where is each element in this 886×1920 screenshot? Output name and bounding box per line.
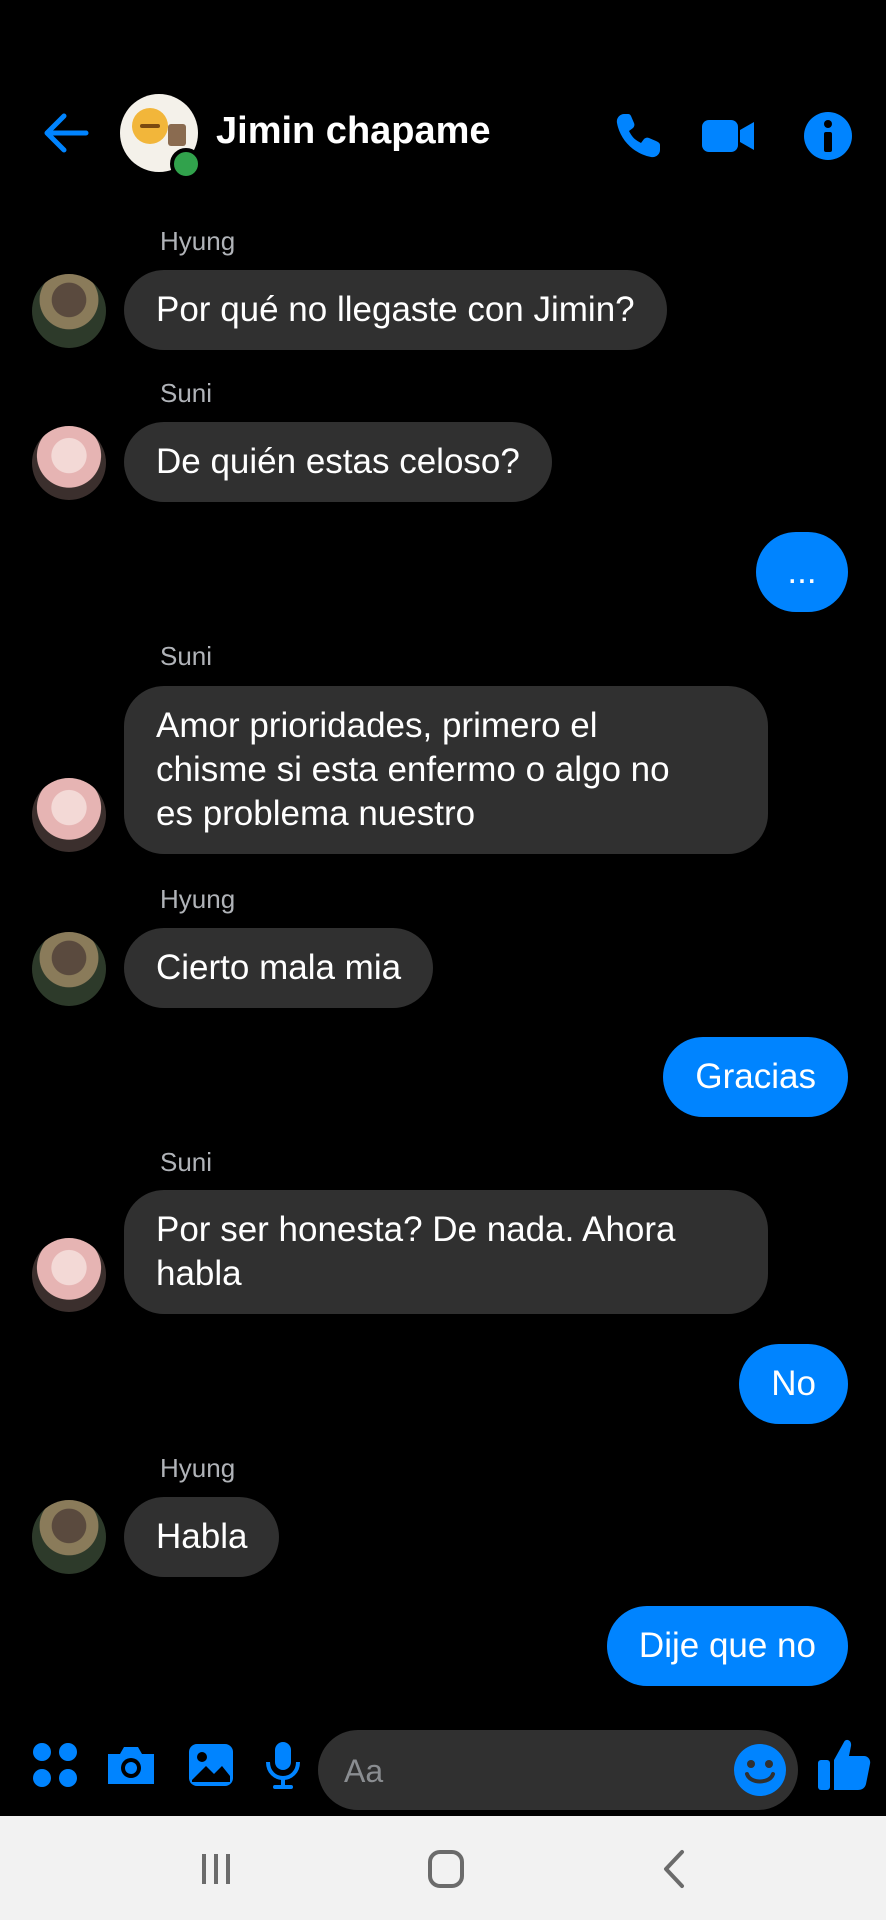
avatar-suni[interactable] bbox=[32, 1238, 106, 1312]
system-navigation-bar bbox=[0, 1816, 886, 1920]
apps-grid-icon[interactable] bbox=[28, 1738, 82, 1792]
message-input[interactable] bbox=[342, 1730, 726, 1812]
message-bubble-outgoing[interactable]: Gracias bbox=[663, 1037, 848, 1117]
message-bubble-outgoing[interactable]: No bbox=[739, 1344, 848, 1424]
message-bubble-incoming[interactable]: Amor prioridades, primero el chisme si e… bbox=[124, 686, 768, 854]
microphone-icon[interactable] bbox=[256, 1738, 310, 1792]
avatar-hyung[interactable] bbox=[32, 1500, 106, 1574]
message-bubble-incoming[interactable]: Habla bbox=[124, 1497, 280, 1577]
sender-name: Hyung bbox=[160, 226, 236, 256]
chat-header: Jimin chapame bbox=[0, 0, 886, 200]
message-bubble-outgoing[interactable]: Dije que no bbox=[606, 1606, 848, 1686]
back-icon[interactable] bbox=[646, 1844, 706, 1894]
chat-title[interactable]: Jimin chapame bbox=[216, 110, 491, 153]
sender-name: Suni bbox=[160, 1147, 213, 1177]
message-bubble-outgoing[interactable]: ... bbox=[756, 532, 848, 612]
message-bubble-incoming[interactable]: De quién estas celoso? bbox=[124, 422, 552, 502]
avatar-suni[interactable] bbox=[32, 778, 106, 852]
back-arrow-icon[interactable] bbox=[38, 108, 94, 158]
sender-name: Suni bbox=[160, 641, 213, 671]
gallery-icon[interactable] bbox=[184, 1738, 238, 1792]
video-camera-icon[interactable] bbox=[700, 108, 756, 164]
message-composer bbox=[0, 1718, 886, 1818]
message-input-container bbox=[318, 1730, 798, 1812]
avatar-suni[interactable] bbox=[32, 426, 106, 500]
message-bubble-incoming[interactable]: Por ser honesta? De nada. Ahora habla bbox=[124, 1190, 768, 1314]
sender-name: Hyung bbox=[160, 884, 236, 914]
sender-name: Suni bbox=[160, 378, 213, 408]
avatar-hyung[interactable] bbox=[32, 932, 106, 1006]
online-status-dot bbox=[170, 148, 202, 180]
sender-name: Hyung bbox=[160, 1453, 236, 1483]
recent-apps-icon[interactable] bbox=[186, 1844, 246, 1894]
message-bubble-incoming[interactable]: Cierto mala mia bbox=[124, 928, 434, 1008]
phone-icon[interactable] bbox=[610, 108, 666, 164]
camera-icon[interactable] bbox=[104, 1738, 158, 1792]
emoji-icon[interactable] bbox=[730, 1740, 790, 1800]
info-icon[interactable] bbox=[800, 108, 856, 164]
avatar-hyung[interactable] bbox=[32, 274, 106, 348]
thumbs-up-icon[interactable] bbox=[816, 1736, 872, 1794]
message-bubble-incoming[interactable]: Por qué no llegaste con Jimin? bbox=[124, 270, 667, 350]
home-icon[interactable] bbox=[416, 1844, 476, 1894]
